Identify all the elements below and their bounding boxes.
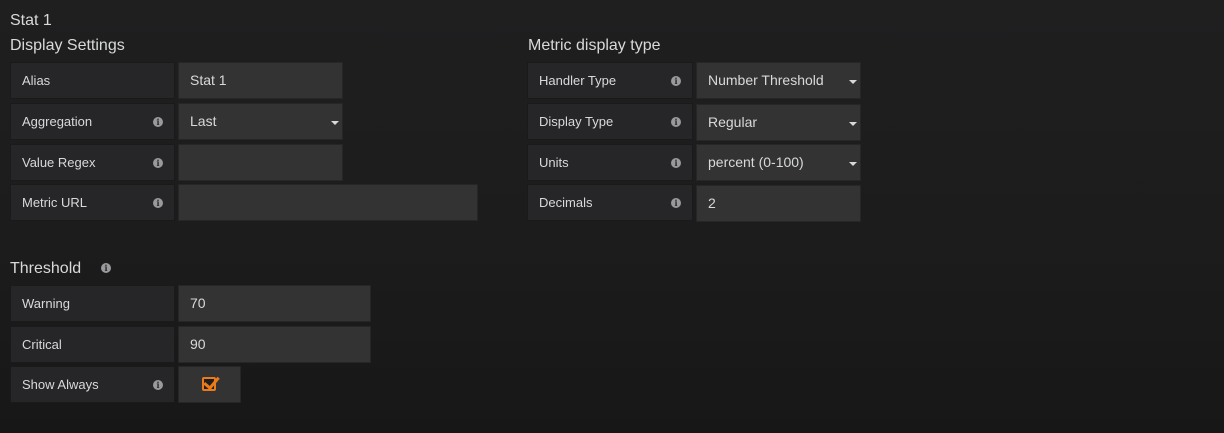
aggregation-label-cell: Aggregation i [10, 103, 175, 140]
display-type-label-cell: Display Type i [527, 103, 693, 140]
alias-input[interactable]: Stat 1 [178, 62, 343, 99]
decimals-label-cell: Decimals i [527, 184, 693, 221]
value-regex-label-cell: Value Regex i [10, 144, 175, 181]
alias-label: Alias [22, 73, 51, 88]
units-select-value: percent (0-100) [708, 154, 804, 170]
critical-input[interactable]: 90 [178, 326, 371, 363]
handler-type-select[interactable]: Number Threshold [696, 62, 861, 99]
value-regex-label: Value Regex [22, 155, 96, 170]
units-info-icon[interactable]: i [671, 158, 681, 168]
decimals-info-icon[interactable]: i [671, 198, 681, 208]
aggregation-info-icon[interactable]: i [153, 117, 163, 127]
metric-url-input[interactable] [178, 184, 478, 221]
show-always-checkbox[interactable] [202, 372, 220, 391]
metric-url-label-cell: Metric URL i [10, 184, 175, 221]
units-label-cell: Units i [527, 144, 693, 181]
caret-down-icon [849, 80, 857, 84]
value-regex-info-icon[interactable]: i [153, 158, 163, 168]
show-always-label: Show Always [22, 377, 99, 392]
caret-down-icon [849, 122, 857, 126]
metric-display-type-title: Metric display type [528, 37, 661, 54]
aggregation-select-value: Last [190, 113, 217, 129]
display-settings-title: Display Settings [10, 37, 125, 54]
handler-type-label: Handler Type [539, 73, 617, 88]
show-always-info-icon[interactable]: i [153, 380, 163, 390]
display-type-info-icon[interactable]: i [671, 117, 681, 127]
caret-down-icon [331, 121, 339, 125]
metric-url-info-icon[interactable]: i [153, 198, 163, 208]
display-type-label: Display Type [539, 114, 614, 129]
warning-label: Warning [22, 296, 70, 311]
value-regex-input[interactable] [178, 144, 343, 181]
critical-label: Critical [22, 337, 62, 352]
show-always-checkbox-cell[interactable] [178, 366, 241, 403]
display-type-select[interactable]: Regular [696, 104, 861, 141]
caret-down-icon [849, 162, 857, 166]
checkmark-icon [203, 372, 220, 391]
threshold-info-icon[interactable]: i [101, 263, 111, 273]
handler-type-info-icon[interactable]: i [671, 76, 681, 86]
alias-label-cell: Alias [10, 62, 175, 99]
panel-title: Stat 1 [10, 12, 52, 29]
warning-label-cell: Warning [10, 285, 175, 322]
decimals-label: Decimals [539, 195, 593, 210]
critical-label-cell: Critical [10, 326, 175, 363]
aggregation-label: Aggregation [22, 114, 93, 129]
display-type-select-value: Regular [708, 114, 758, 130]
units-select[interactable]: percent (0-100) [696, 144, 861, 181]
aggregation-select[interactable]: Last [178, 103, 343, 140]
handler-type-select-value: Number Threshold [708, 72, 824, 88]
warning-input[interactable]: 70 [178, 285, 371, 322]
handler-type-label-cell: Handler Type i [527, 62, 693, 99]
units-label: Units [539, 155, 569, 170]
show-always-label-cell: Show Always i [10, 366, 175, 403]
metric-url-label: Metric URL [22, 195, 88, 210]
threshold-title: Threshold [10, 260, 82, 277]
decimals-input[interactable]: 2 [696, 185, 861, 222]
